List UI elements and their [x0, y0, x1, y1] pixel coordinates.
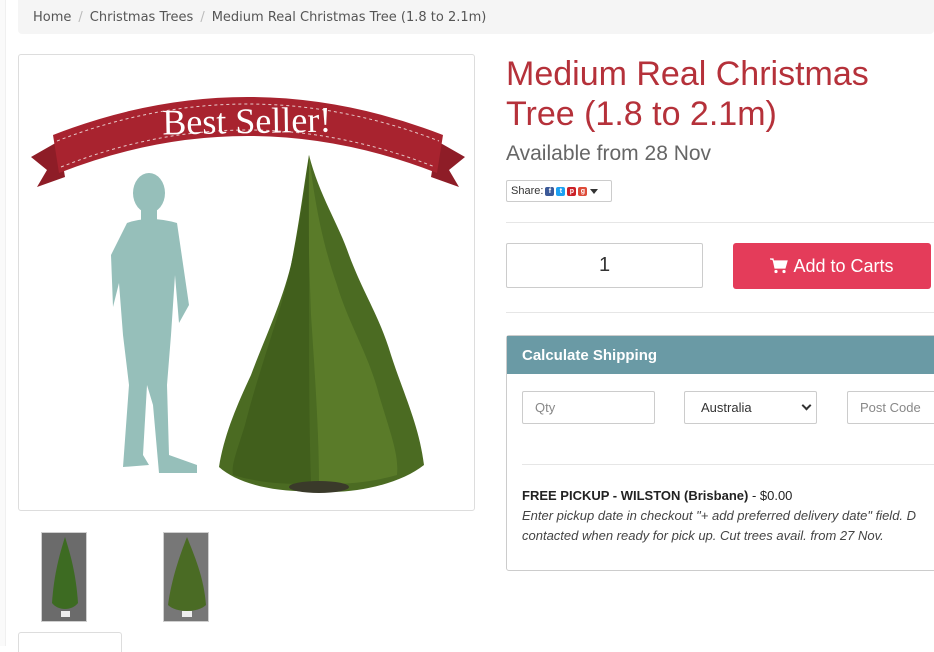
breadcrumb: Home / Christmas Trees / Medium Real Chr…: [18, 0, 934, 34]
shipping-header: Calculate Shipping: [507, 336, 934, 374]
breadcrumb-separator: /: [78, 9, 83, 25]
left-rail: [0, 0, 6, 646]
shipping-option-name: FREE PICKUP - WILSTON (Brisbane): [522, 488, 749, 503]
product-image-graphic: Best Seller!: [31, 97, 465, 493]
shipping-option-price: - $0.00: [748, 488, 793, 503]
share-button[interactable]: Share: f t p g: [506, 180, 612, 202]
banner-text: Best Seller!: [162, 100, 332, 143]
share-label: Share:: [511, 185, 544, 197]
chevron-down-icon: [590, 188, 599, 194]
availability-text: Available from 28 Nov: [506, 142, 712, 165]
thumbnail-tab[interactable]: [18, 632, 122, 652]
shipping-panel: Calculate Shipping Qty Australia Post Co…: [506, 335, 934, 571]
facebook-icon: f: [545, 186, 555, 196]
breadcrumb-separator: /: [200, 9, 205, 25]
breadcrumb-category-link[interactable]: Christmas Trees: [90, 10, 194, 25]
shipping-option-note: Enter pickup date in checkout "+ add pre…: [522, 508, 917, 543]
quantity-input[interactable]: [506, 243, 703, 288]
divider: [506, 312, 934, 313]
divider: [522, 464, 934, 465]
add-to-cart-button[interactable]: Add to Carts: [733, 243, 931, 289]
pinterest-icon: p: [567, 186, 577, 196]
christmas-tree: [219, 155, 424, 493]
thumbnail-image-2: [164, 533, 208, 621]
add-to-cart-label: Add to Carts: [793, 255, 894, 276]
thumbnail-image-1: [42, 533, 86, 621]
product-main-image[interactable]: Best Seller!: [18, 54, 475, 511]
product-thumbnail-2[interactable]: [163, 532, 209, 622]
person-silhouette: [111, 173, 197, 473]
country-select[interactable]: Australia: [684, 391, 817, 424]
postcode-input[interactable]: Post Code: [847, 391, 934, 424]
country-select-value: Australia: [701, 400, 752, 415]
chevron-down-icon: [801, 400, 812, 411]
breadcrumb-current: Medium Real Christmas Tree (1.8 to 2.1m): [211, 9, 487, 25]
cart-icon: [770, 258, 789, 274]
twitter-icon: t: [556, 186, 566, 196]
shipping-option: FREE PICKUP - WILSTON (Brisbane) - $0.00…: [522, 486, 934, 546]
breadcrumb-home-link[interactable]: Home: [33, 10, 71, 25]
shipping-qty-input[interactable]: Qty: [522, 391, 655, 424]
product-thumbnail-1[interactable]: [41, 532, 87, 622]
google-plus-icon: g: [578, 186, 588, 196]
divider: [506, 222, 934, 223]
product-title: Medium Real Christmas Tree (1.8 to 2.1m): [506, 55, 869, 133]
